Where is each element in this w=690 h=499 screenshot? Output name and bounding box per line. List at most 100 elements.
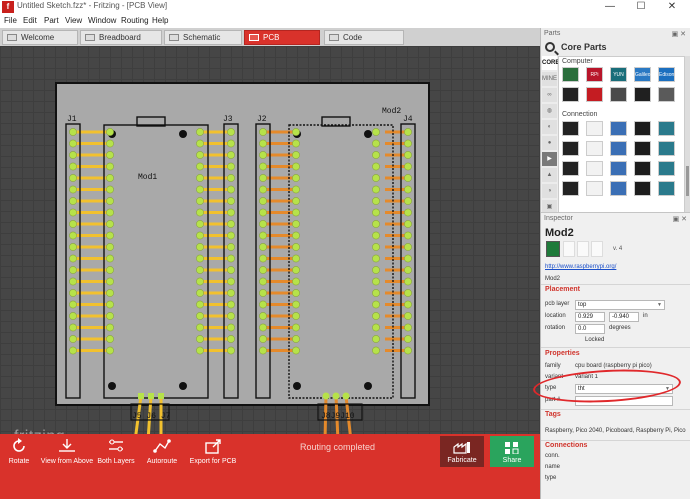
menu-window[interactable]: Window <box>88 16 116 25</box>
part-tile[interactable] <box>658 87 675 102</box>
pad <box>69 208 77 217</box>
connection-part-tile[interactable] <box>610 141 627 156</box>
variant-value[interactable]: variant 1 <box>575 374 598 380</box>
location-y-input[interactable]: -0.940 <box>609 312 639 322</box>
pcb-drawing[interactable]: J1 J3 J2 J4 Mod2 Mod1 J5 J6 J7 J8J9J10 <box>0 46 540 434</box>
connection-part-tile[interactable] <box>634 121 651 136</box>
pad <box>227 220 235 228</box>
minimize-button[interactable]: — <box>596 0 624 14</box>
pad <box>196 277 204 286</box>
pad <box>404 231 412 240</box>
part-tile[interactable] <box>562 67 579 82</box>
pad <box>106 162 114 171</box>
inspector-controls[interactable]: ▣ ✕ <box>673 215 687 223</box>
tab-schematic[interactable]: Schematic <box>164 30 242 45</box>
connection-part-tile[interactable] <box>634 181 651 196</box>
connection-part-tile[interactable] <box>658 181 675 196</box>
part-thumbnail <box>546 241 560 257</box>
part-tile[interactable] <box>610 87 627 102</box>
rotation-input[interactable]: 0.0 <box>575 324 605 334</box>
menu-part[interactable]: Part <box>44 16 59 25</box>
connection-part-tile[interactable] <box>562 121 579 136</box>
menu-edit[interactable]: Edit <box>23 16 37 25</box>
part-tile[interactable]: Galileo <box>634 67 651 82</box>
part-tile[interactable] <box>634 87 651 102</box>
label-j8-j10: J8J9J10 <box>321 412 355 421</box>
fabricate-button[interactable]: Fabricate <box>440 436 484 467</box>
pad <box>227 139 235 148</box>
pad <box>196 323 204 332</box>
connection-part-tile[interactable] <box>610 121 627 136</box>
tab-breadboard[interactable]: Breadboard <box>80 30 162 45</box>
connection-part-tile[interactable] <box>586 121 603 136</box>
tab-code[interactable]: Code <box>324 30 404 45</box>
connection-part-tile[interactable] <box>658 141 675 156</box>
inspector-part-title: Mod2 <box>545 227 574 239</box>
search-icon[interactable] <box>545 42 555 52</box>
tab-welcome[interactable]: Welcome <box>2 30 78 45</box>
connection-part-tile[interactable] <box>586 141 603 156</box>
menu-view[interactable]: View <box>65 16 82 25</box>
type-select[interactable]: tht ▼ <box>575 384 673 394</box>
connection-part-tile[interactable] <box>634 161 651 176</box>
close-button[interactable]: ✕ <box>658 0 686 14</box>
connection-part-tile[interactable] <box>634 141 651 156</box>
export-for-pcb-button[interactable]: Export for PCB <box>188 438 238 465</box>
connection-part-tile[interactable] <box>562 161 579 176</box>
title-bar: f Untitled Sketch.fzz* - Fritzing - [PCB… <box>0 0 690 14</box>
menu-routing[interactable]: Routing <box>121 16 149 25</box>
locked-checkbox[interactable]: Locked <box>585 337 604 343</box>
connection-part-tile[interactable] <box>586 181 603 196</box>
bin-tab-7[interactable]: ▲ <box>542 168 557 182</box>
pad <box>292 346 300 355</box>
bin-tab-mine[interactable]: MINE <box>542 72 557 86</box>
parts-bin-grid[interactable]: Computer RPi YUN Galileo Edison Connection <box>558 56 685 228</box>
connection-part-tile[interactable] <box>658 121 675 136</box>
rotate-icon <box>9 438 29 454</box>
bin-tab-core[interactable]: CORE <box>542 56 559 70</box>
maximize-button[interactable]: ☐ <box>627 0 655 14</box>
parts-scroll-thumb[interactable] <box>686 166 689 196</box>
part-instance-name[interactable]: Mod2 <box>545 276 560 282</box>
autoroute-button[interactable]: Autoroute <box>142 438 182 465</box>
connection-part-tile[interactable] <box>610 181 627 196</box>
connection-part-tile[interactable] <box>586 161 603 176</box>
both-layers-button[interactable]: Both Layers <box>96 438 136 465</box>
tab-pcb[interactable]: PCB <box>244 30 320 45</box>
parts-panel-controls[interactable]: ▣ ✕ <box>672 30 686 38</box>
pad <box>372 300 380 309</box>
menu-file[interactable]: File <box>4 16 17 25</box>
pad <box>372 139 380 148</box>
part-tile[interactable]: YUN <box>610 67 627 82</box>
bin-tab-3[interactable]: ◍ <box>542 104 557 118</box>
pad <box>106 128 114 136</box>
bin-tab-6[interactable]: ▶ <box>542 152 557 166</box>
connection-part-tile[interactable] <box>562 141 579 156</box>
parts-scrollbar[interactable] <box>685 56 690 228</box>
pad <box>372 128 380 136</box>
menu-help[interactable]: Help <box>152 16 168 25</box>
pad <box>106 220 114 228</box>
connection-part-tile[interactable] <box>610 161 627 176</box>
location-x-input[interactable]: 0.929 <box>575 312 605 322</box>
location-unit[interactable]: in <box>643 313 648 319</box>
bin-tab-5[interactable]: ● <box>542 136 557 150</box>
pcb-layer-select[interactable]: top ▼ <box>575 300 665 310</box>
share-button[interactable]: Share <box>490 436 534 467</box>
connection-part-tile[interactable] <box>658 161 675 176</box>
view-from-above-button[interactable]: View from Above <box>40 438 94 465</box>
pcb-canvas[interactable]: J1 J3 J2 J4 Mod2 Mod1 J5 J6 J7 J8J9J10 f… <box>0 46 540 434</box>
bin-tab-4[interactable]: ◐ <box>542 120 557 134</box>
part-tile[interactable] <box>586 87 603 102</box>
pad <box>292 197 300 205</box>
part-link[interactable]: http://www.raspberrypi.org/ <box>545 264 616 270</box>
bin-tab-8[interactable]: ◑ <box>542 184 557 198</box>
part-tile[interactable]: RPi <box>586 67 603 82</box>
pad <box>69 231 77 240</box>
connection-part-tile[interactable] <box>562 181 579 196</box>
part-tile[interactable]: Edison <box>658 67 675 82</box>
part-tile[interactable] <box>562 87 579 102</box>
part-number-input[interactable] <box>575 396 673 406</box>
rotate-button[interactable]: Rotate <box>2 438 36 465</box>
bin-tab-link[interactable]: ∞ <box>542 88 557 102</box>
